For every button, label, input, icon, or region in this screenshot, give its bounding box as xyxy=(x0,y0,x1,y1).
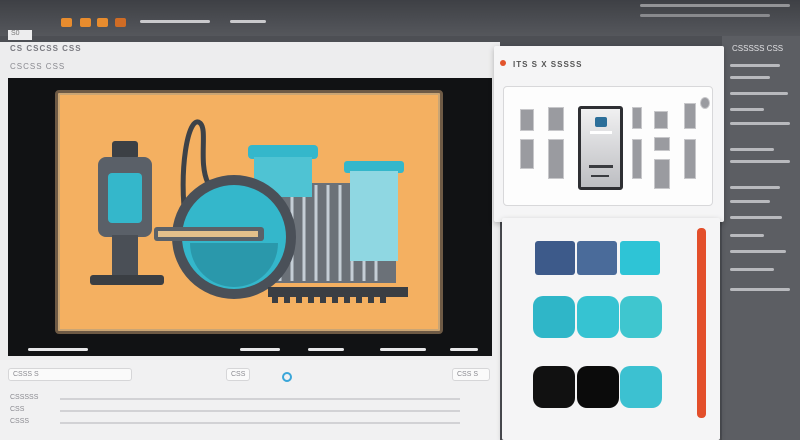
timeline-clip[interactable] xyxy=(28,348,88,351)
asset-thumbnail[interactable] xyxy=(548,107,564,131)
toolbar-icon-orange-4[interactable] xyxy=(115,18,126,27)
properties-bar: CSSS S CSS CSS S CSSSSS CSS CSSS xyxy=(0,360,500,440)
asset-thumbnail[interactable] xyxy=(520,139,534,169)
asset-thumbnail[interactable] xyxy=(654,111,668,129)
property-field[interactable]: CSS xyxy=(226,368,250,381)
inspector-line xyxy=(730,64,780,67)
toolbar-icon-orange-2[interactable] xyxy=(80,18,91,27)
app-label xyxy=(589,165,613,168)
timeline-scrubber[interactable] xyxy=(8,343,492,356)
color-swatch[interactable] xyxy=(620,366,662,408)
timeline-clip[interactable] xyxy=(308,348,344,351)
inspector-line xyxy=(730,216,782,219)
property-field[interactable]: CSSS S xyxy=(8,368,132,381)
property-row-label: CSSSSS xyxy=(10,394,39,401)
inspector-line xyxy=(730,148,774,151)
color-swatch[interactable] xyxy=(577,366,619,408)
record-icon[interactable] xyxy=(282,372,292,382)
assets-panel-title: ITS S X SSSSS xyxy=(513,60,583,69)
inspector-line xyxy=(730,250,786,253)
asset-thumbnail[interactable] xyxy=(632,139,642,179)
top-toolbar xyxy=(0,0,800,36)
inspector-header: CSSSSS CSS xyxy=(732,44,784,53)
editor-tab[interactable]: S0 xyxy=(8,30,32,40)
toolbar-bar xyxy=(640,14,770,17)
asset-thumbnail[interactable] xyxy=(632,107,642,129)
timeline-clip[interactable] xyxy=(380,348,426,351)
color-swatch[interactable] xyxy=(620,296,662,338)
asset-thumbnail[interactable] xyxy=(700,97,710,109)
swatch-scrollbar[interactable] xyxy=(697,228,706,418)
inspector-line xyxy=(730,122,790,125)
timeline-clip[interactable] xyxy=(450,348,478,351)
inspector-line xyxy=(730,200,770,203)
timeline-clip[interactable] xyxy=(240,348,280,351)
asset-thumbnail[interactable] xyxy=(548,139,564,179)
asset-thumbnail[interactable] xyxy=(684,139,696,179)
color-swatch[interactable] xyxy=(535,241,575,275)
app-label xyxy=(590,131,612,134)
inspector-line xyxy=(730,160,790,163)
asset-thumbnail[interactable] xyxy=(654,137,670,151)
color-swatch[interactable] xyxy=(620,241,660,275)
app-label xyxy=(591,175,609,177)
editor-menu[interactable]: CSCSS CSS xyxy=(10,62,65,71)
artwork-frame[interactable] xyxy=(55,90,443,334)
property-field[interactable]: CSS S xyxy=(452,368,490,381)
asset-thumbnail[interactable] xyxy=(684,103,696,129)
asset-thumbnail[interactable] xyxy=(520,109,534,131)
property-slider[interactable] xyxy=(60,410,460,412)
machine-illustration xyxy=(90,119,408,303)
toolbar-icon-orange[interactable] xyxy=(61,18,72,27)
app-icon xyxy=(595,117,607,127)
color-swatch[interactable] xyxy=(533,366,575,408)
toolbar-bar xyxy=(230,20,266,23)
inspector-line xyxy=(730,186,780,189)
close-icon[interactable] xyxy=(500,60,506,66)
phone-mockup[interactable] xyxy=(578,106,623,190)
inspector-line xyxy=(730,234,764,237)
inspector-line xyxy=(730,92,788,95)
color-swatch[interactable] xyxy=(577,241,617,275)
asset-thumbnail[interactable] xyxy=(654,159,670,189)
toolbar-icon-orange-3[interactable] xyxy=(97,18,108,27)
inspector-line xyxy=(730,108,764,111)
color-swatch[interactable] xyxy=(533,296,575,338)
property-slider[interactable] xyxy=(60,422,460,424)
property-row-label: CSSS xyxy=(10,418,30,425)
inspector-line xyxy=(730,268,774,271)
toolbar-bar xyxy=(140,20,210,23)
property-row-label: CSS xyxy=(10,406,25,413)
right-inspector-panel: CSSSSS CSS xyxy=(722,36,800,440)
inspector-line xyxy=(730,288,790,291)
toolbar-bar xyxy=(640,4,790,7)
inspector-line xyxy=(730,76,770,79)
property-slider[interactable] xyxy=(60,398,460,400)
editor-title: CS CSCSS CSS xyxy=(10,44,82,53)
color-swatch[interactable] xyxy=(577,296,619,338)
